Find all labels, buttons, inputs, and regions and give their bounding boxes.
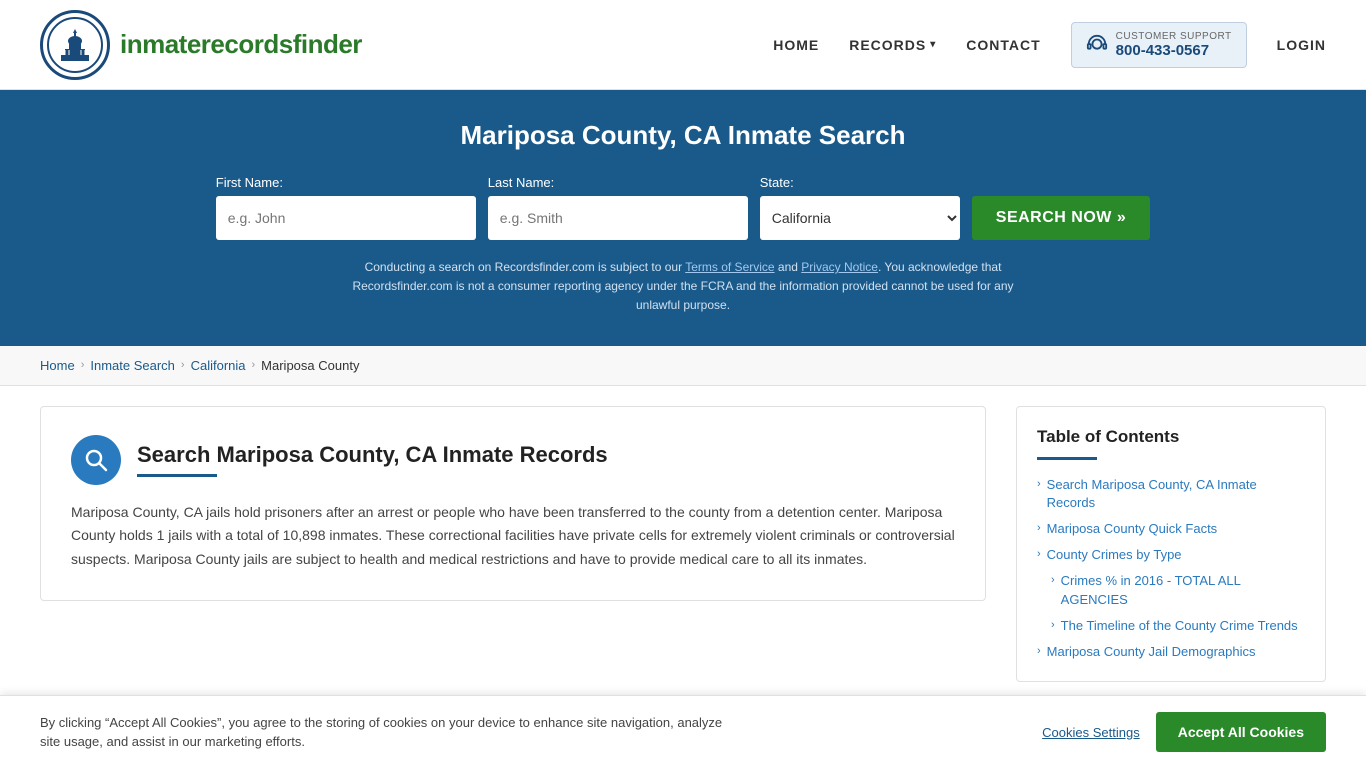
toc-chevron-4: › — [1051, 574, 1055, 586]
content-title: Search Mariposa County, CA Inmate Record… — [137, 442, 608, 468]
cookie-actions: Cookies Settings Accept All Cookies — [1042, 712, 1326, 752]
site-header: inmaterecordsfinder HOME RECORDS ▾ CONTA… — [0, 0, 1366, 90]
first-name-group: First Name: — [216, 175, 476, 240]
state-select[interactable]: California Alabama Alaska Arizona — [760, 196, 960, 240]
customer-support: CUSTOMER SUPPORT 800-433-0567 — [1071, 22, 1247, 68]
nav-login[interactable]: LOGIN — [1277, 37, 1326, 53]
toc-title: Table of Contents — [1037, 427, 1305, 447]
terms-link[interactable]: Terms of Service — [685, 260, 774, 274]
hero-title: Mariposa County, CA Inmate Search — [40, 120, 1326, 151]
toc-item-3: › County Crimes by Type — [1037, 546, 1305, 564]
search-button[interactable]: SEARCH NOW » — [972, 196, 1150, 240]
toc-link-4[interactable]: Crimes % in 2016 - TOTAL ALL AGENCIES — [1061, 572, 1305, 608]
state-group: State: California Alabama Alaska Arizona — [760, 175, 960, 240]
breadcrumb-current: Mariposa County — [261, 358, 359, 373]
toc-divider — [1037, 457, 1097, 460]
last-name-label: Last Name: — [488, 175, 554, 190]
breadcrumb-inmate-search[interactable]: Inmate Search — [90, 358, 175, 373]
last-name-group: Last Name: — [488, 175, 748, 240]
content-header: Search Mariposa County, CA Inmate Record… — [71, 435, 955, 485]
search-circle-icon — [71, 435, 121, 485]
cookie-text: By clicking “Accept All Cookies”, you ag… — [40, 713, 740, 752]
privacy-link[interactable]: Privacy Notice — [801, 260, 878, 274]
toc-chevron-5: › — [1051, 619, 1055, 631]
breadcrumb-sep-3: › — [252, 359, 256, 371]
support-label: CUSTOMER SUPPORT — [1116, 31, 1232, 42]
content-card: Search Mariposa County, CA Inmate Record… — [40, 406, 986, 601]
breadcrumb-california[interactable]: California — [191, 358, 246, 373]
toc-chevron-2: › — [1037, 522, 1041, 534]
hero-disclaimer: Conducting a search on Recordsfinder.com… — [333, 258, 1033, 316]
headset-icon — [1086, 34, 1108, 56]
content-area: Search Mariposa County, CA Inmate Record… — [40, 406, 986, 601]
support-number: 800-433-0567 — [1116, 42, 1209, 59]
search-form: First Name: Last Name: State: California… — [40, 175, 1326, 240]
title-underline — [137, 474, 217, 477]
logo-area: inmaterecordsfinder — [40, 10, 362, 80]
toc-chevron-6: › — [1037, 645, 1041, 657]
toc-list: › Search Mariposa County, CA Inmate Reco… — [1037, 476, 1305, 662]
toc-link-2[interactable]: Mariposa County Quick Facts — [1047, 520, 1218, 538]
toc-item-5: › The Timeline of the County Crime Trend… — [1051, 617, 1305, 635]
breadcrumb-sep-2: › — [181, 359, 185, 371]
toc-item-1: › Search Mariposa County, CA Inmate Reco… — [1037, 476, 1305, 512]
cookie-settings-button[interactable]: Cookies Settings — [1042, 725, 1140, 740]
content-body: Mariposa County, CA jails hold prisoners… — [71, 501, 955, 572]
breadcrumb-sep-1: › — [81, 359, 85, 371]
cookie-banner: By clicking “Accept All Cookies”, you ag… — [0, 695, 1366, 768]
capitol-svg — [47, 17, 103, 73]
logo-text: inmaterecordsfinder — [120, 29, 362, 60]
first-name-input[interactable] — [216, 196, 476, 240]
last-name-input[interactable] — [488, 196, 748, 240]
toc-item-4: › Crimes % in 2016 - TOTAL ALL AGENCIES — [1051, 572, 1305, 608]
search-icon — [83, 447, 109, 473]
state-label: State: — [760, 175, 794, 190]
toc-link-5[interactable]: The Timeline of the County Crime Trends — [1061, 617, 1298, 635]
toc-chevron-3: › — [1037, 548, 1041, 560]
nav-records[interactable]: RECORDS ▾ — [849, 37, 936, 53]
logo-icon — [40, 10, 110, 80]
hero-section: Mariposa County, CA Inmate Search First … — [0, 90, 1366, 346]
breadcrumb-home[interactable]: Home — [40, 358, 75, 373]
sidebar: Table of Contents › Search Mariposa Coun… — [1016, 406, 1326, 683]
breadcrumb: Home › Inmate Search › California › Mari… — [0, 346, 1366, 386]
nav-home[interactable]: HOME — [773, 37, 819, 53]
first-name-label: First Name: — [216, 175, 283, 190]
toc-item-6: › Mariposa County Jail Demographics — [1037, 643, 1305, 661]
cookie-accept-button[interactable]: Accept All Cookies — [1156, 712, 1326, 752]
toc-link-6[interactable]: Mariposa County Jail Demographics — [1047, 643, 1256, 661]
toc-link-1[interactable]: Search Mariposa County, CA Inmate Record… — [1047, 476, 1305, 512]
main-content: Search Mariposa County, CA Inmate Record… — [0, 386, 1366, 703]
toc-link-3[interactable]: County Crimes by Type — [1047, 546, 1182, 564]
chevron-down-icon: ▾ — [930, 39, 936, 50]
toc-card: Table of Contents › Search Mariposa Coun… — [1016, 406, 1326, 683]
toc-item-2: › Mariposa County Quick Facts — [1037, 520, 1305, 538]
toc-chevron-1: › — [1037, 478, 1041, 490]
support-text: CUSTOMER SUPPORT 800-433-0567 — [1116, 31, 1232, 59]
title-block: Search Mariposa County, CA Inmate Record… — [137, 442, 608, 477]
nav-contact[interactable]: CONTACT — [966, 37, 1040, 53]
main-nav: HOME RECORDS ▾ CONTACT CUSTOMER SUPPORT … — [773, 22, 1326, 68]
